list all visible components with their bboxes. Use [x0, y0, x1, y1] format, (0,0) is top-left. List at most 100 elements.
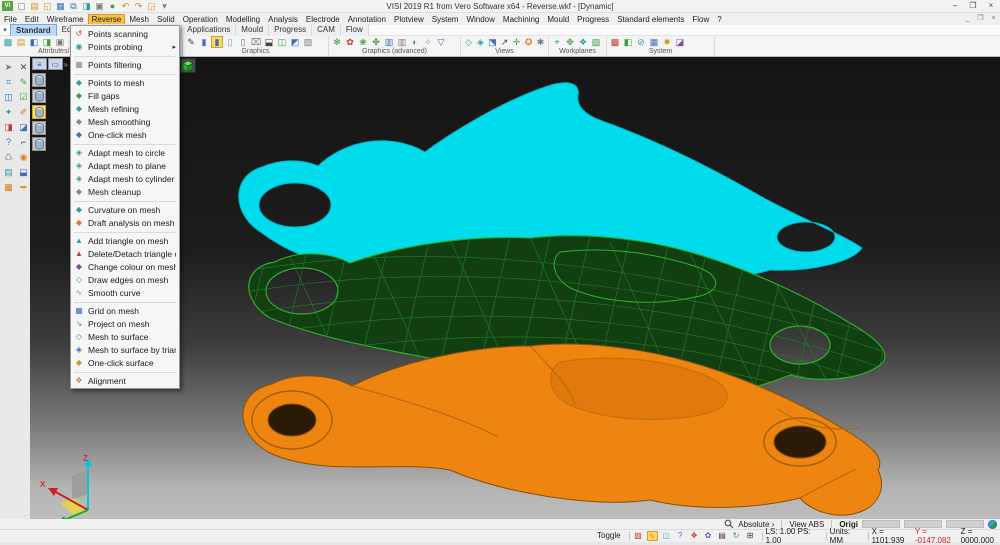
- workplane-grid-icon[interactable]: ▨: [590, 36, 602, 48]
- menu-system[interactable]: System: [428, 14, 463, 25]
- recent-files-icon[interactable]: ◲: [146, 1, 157, 12]
- strip-monitor-icon[interactable]: ▭: [48, 58, 63, 70]
- workplane-new-icon[interactable]: ❖: [577, 36, 589, 48]
- monitor-icon[interactable]: ▦: [648, 36, 660, 48]
- help-point-icon[interactable]: ?: [675, 531, 686, 541]
- attribute-icon[interactable]: ▩: [2, 36, 14, 48]
- disable-icon[interactable]: ⊘: [635, 36, 647, 48]
- plane-tool-icon[interactable]: ◪: [674, 36, 686, 48]
- view-list-icon[interactable]: ✱: [535, 36, 546, 48]
- toggle-label[interactable]: Toggle: [597, 531, 621, 540]
- bin-icon[interactable]: ⬓: [263, 36, 275, 48]
- stop-icon[interactable]: ●: [107, 1, 118, 12]
- measure-icon[interactable]: ⌐: [17, 136, 30, 149]
- list-status-icon[interactable]: ▤: [717, 531, 728, 541]
- query-icon[interactable]: ?: [2, 136, 15, 149]
- trash-icon[interactable]: ♺: [2, 151, 15, 164]
- menu-item-change-colour-on-mesh[interactable]: ◆ Change colour on mesh: [71, 260, 179, 273]
- qat-more-icon[interactable]: ▾: [159, 1, 170, 12]
- settings-grid-icon[interactable]: ▩: [609, 36, 621, 48]
- ghost-icon[interactable]: ▽: [435, 36, 447, 48]
- workplane-icon[interactable]: ⌖: [551, 36, 563, 48]
- snap-status-icon[interactable]: ▨: [633, 531, 644, 541]
- edit-mode-icon[interactable]: ✎: [647, 531, 658, 541]
- tabs-dropdown-icon[interactable]: ▾: [0, 26, 10, 34]
- strip-chevron-icon[interactable]: »: [64, 60, 68, 69]
- workplane-align-icon[interactable]: ✥: [564, 36, 576, 48]
- menu-item-smooth-curve[interactable]: ∿ Smooth curve: [71, 286, 179, 299]
- spark-icon[interactable]: ✸: [661, 36, 673, 48]
- shade-icon[interactable]: ▮: [198, 36, 210, 48]
- plane-select-icon[interactable]: ◪: [17, 121, 30, 134]
- colour-icon[interactable]: ◧: [28, 36, 40, 48]
- menu-item-add-triangle-on-mesh[interactable]: ▲ Add triangle on mesh: [71, 234, 179, 247]
- window-select-icon[interactable]: ◫: [2, 91, 15, 104]
- menu-separator[interactable]: [74, 370, 176, 373]
- mdi-close-button[interactable]: ×: [987, 14, 1000, 24]
- menu-item-adapt-mesh-to-plane[interactable]: ◈ Adapt mesh to plane: [71, 159, 179, 172]
- clipboard-icon[interactable]: ◫: [661, 531, 672, 541]
- menu-item-draw-edges-on-mesh[interactable]: ◇ Draw edges on mesh: [71, 273, 179, 286]
- layer-button-3[interactable]: [32, 105, 46, 119]
- target-icon[interactable]: ◉: [17, 151, 30, 164]
- transparency-icon[interactable]: ✧: [422, 36, 434, 48]
- confirm-icon[interactable]: ☑: [17, 91, 30, 104]
- cube-colour-icon[interactable]: ✿: [703, 531, 714, 541]
- menu-item-project-on-mesh[interactable]: ↘ Project on mesh: [71, 317, 179, 330]
- tab-progress[interactable]: Progress: [269, 24, 312, 37]
- menu-plotview[interactable]: Plotview: [390, 14, 428, 25]
- select-icon[interactable]: ➤: [2, 61, 15, 74]
- menu-item-one-click-surface[interactable]: ◆ One-click surface: [71, 356, 179, 369]
- menu-item-mesh-smoothing[interactable]: ◆ Mesh smoothing: [71, 115, 179, 128]
- menu-item-points-filtering[interactable]: ▦ Points filtering: [71, 58, 179, 71]
- tab-standard[interactable]: Standard: [10, 24, 57, 37]
- light-icon[interactable]: ◐: [409, 36, 421, 48]
- rotate-view-icon[interactable]: ⬔: [487, 36, 498, 48]
- tab-applications[interactable]: Applications: [182, 24, 236, 37]
- half-select-icon[interactable]: ◨: [2, 121, 15, 134]
- menu-item-points-probing[interactable]: ◉ Points probing ▸: [71, 40, 179, 53]
- close-button[interactable]: ×: [982, 0, 1000, 12]
- menu-item-alignment[interactable]: ❖ Alignment: [71, 374, 179, 387]
- hidden-line-icon[interactable]: ▯: [237, 36, 249, 48]
- menu-separator[interactable]: [74, 142, 176, 145]
- pan-view-icon[interactable]: ✛: [511, 36, 522, 48]
- tab-mould[interactable]: Mould: [236, 24, 269, 37]
- style-icon[interactable]: ▣: [54, 36, 66, 48]
- snapshot-icon[interactable]: ◧: [622, 36, 634, 48]
- menu-separator[interactable]: [74, 199, 176, 202]
- menu-mould[interactable]: Mould: [543, 14, 573, 25]
- magic-icon[interactable]: ✦: [2, 106, 15, 119]
- list-icon[interactable]: ▤: [2, 166, 15, 179]
- wireframe-view-icon[interactable]: ▯: [224, 36, 236, 48]
- tab-flow[interactable]: Flow: [341, 24, 369, 37]
- menu-flow[interactable]: Flow: [688, 14, 713, 25]
- mdi-minimize-button[interactable]: _: [961, 14, 974, 24]
- redraw-icon[interactable]: ✎: [185, 36, 197, 48]
- menu-machining[interactable]: Machining: [499, 14, 543, 25]
- search-icon[interactable]: [724, 519, 734, 529]
- open-folder-icon[interactable]: ▤: [29, 1, 40, 12]
- deselect-icon[interactable]: ✕: [17, 61, 30, 74]
- restore-icon[interactable]: ◫: [276, 36, 288, 48]
- menu-separator[interactable]: [74, 72, 176, 75]
- layer-button-2[interactable]: [32, 89, 46, 103]
- menu-item-mesh-refining[interactable]: ◆ Mesh refining: [71, 102, 179, 115]
- delete-icon[interactable]: ⌧: [250, 36, 262, 48]
- render-tools-icon[interactable]: ✻: [331, 36, 343, 48]
- menu-item-mesh-cleanup[interactable]: ◆ Mesh cleanup: [71, 185, 179, 198]
- new-document-icon[interactable]: ▢: [16, 1, 27, 12]
- flower-icon[interactable]: ❖: [689, 531, 700, 541]
- view-cube-icon[interactable]: ◈: [475, 36, 486, 48]
- copy-screen-icon[interactable]: ◨: [81, 1, 92, 12]
- tab-cam[interactable]: CAM: [312, 24, 341, 37]
- layer-manager-icon[interactable]: ▤: [15, 36, 27, 48]
- menu-item-points-scanning[interactable]: ↺ Points scanning: [71, 27, 179, 40]
- print-icon[interactable]: ▣: [94, 1, 105, 12]
- menu-separator[interactable]: [74, 300, 176, 303]
- menu-standard-elements[interactable]: Standard elements: [613, 14, 688, 25]
- save-all-icon[interactable]: ⧉: [68, 1, 79, 12]
- zoom-view-icon[interactable]: ↗: [499, 36, 510, 48]
- minimize-button[interactable]: –: [946, 0, 964, 12]
- grid-snap-icon[interactable]: ⌗: [2, 76, 15, 89]
